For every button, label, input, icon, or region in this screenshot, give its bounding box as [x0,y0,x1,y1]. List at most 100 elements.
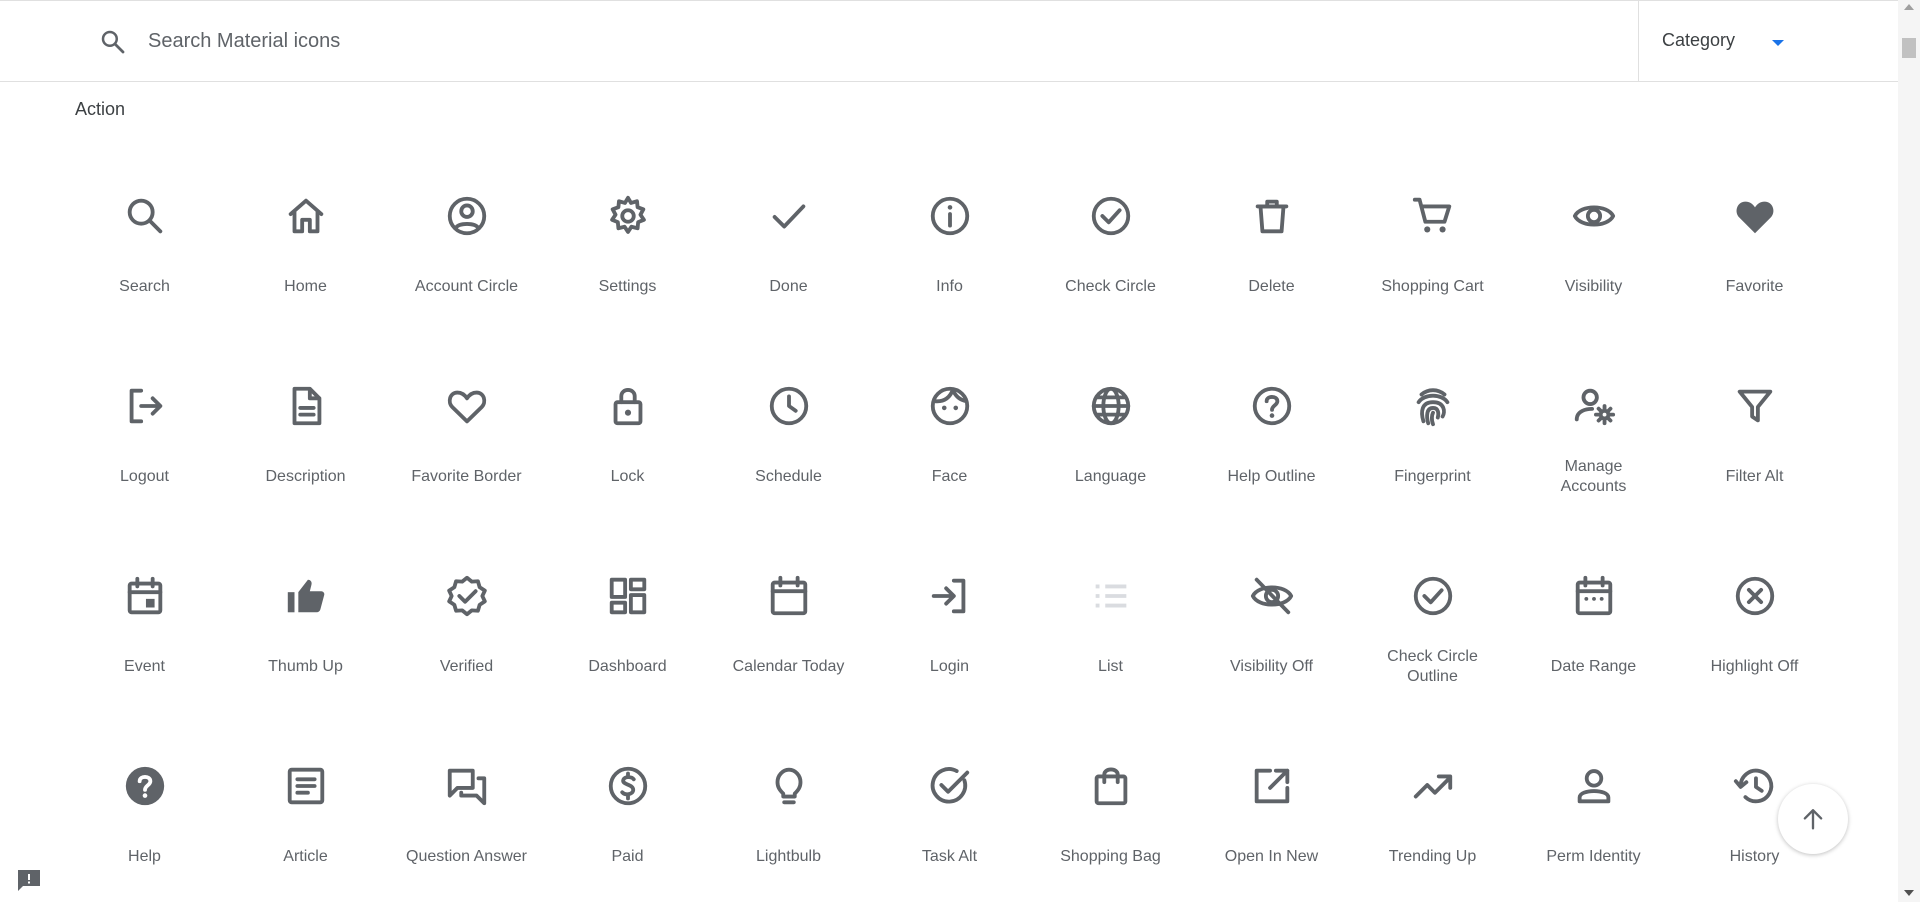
back-to-top-button[interactable] [1778,784,1848,854]
lightbulb-icon [766,763,812,809]
icon-tile-filter-alt[interactable]: Filter Alt [1674,325,1835,515]
search-input[interactable] [148,23,1548,59]
search-icon[interactable] [98,27,128,57]
trending-up-icon [1410,763,1456,809]
icon-label: Perm Identity [1546,848,1641,865]
icon-tile-question-answer[interactable]: Question Answer [386,705,547,895]
icon-tile-home[interactable]: Home [225,135,386,325]
icon-label: Check Circle [1065,278,1156,295]
question-answer-icon [444,763,490,809]
scroll-thumb[interactable] [1902,38,1916,58]
icon-tile-delete[interactable]: Delete [1191,135,1352,325]
feedback-button[interactable] [16,868,42,892]
icon-tile-manage-accounts[interactable]: Manage Accounts [1513,325,1674,515]
icon-tile-favorite-border[interactable]: Favorite Border [386,325,547,515]
icon-label: Schedule [755,468,822,485]
language-icon [1088,383,1134,429]
icon-label: Logout [120,468,169,485]
icon-tile-date-range[interactable]: Date Range [1513,515,1674,705]
icon-label: Visibility Off [1230,658,1313,675]
icon-label: Description [265,468,346,485]
icon-tile-help[interactable]: Help [64,705,225,895]
icon-tile-check-circle[interactable]: Check Circle [1030,135,1191,325]
icon-label: Verified [439,658,494,675]
icon-tile-visibility-off[interactable]: Visibility Off [1191,515,1352,705]
paid-icon [605,763,651,809]
icon-tile-fingerprint[interactable]: Fingerprint [1352,325,1513,515]
help-outline-icon [1249,383,1295,429]
icon-tile-paid[interactable]: Paid [547,705,708,895]
icon-label: Date Range [1550,658,1637,675]
icon-tile-lock[interactable]: Lock [547,325,708,515]
icon-label: Login [929,658,970,675]
lock-icon [605,383,651,429]
icon-tile-help-outline[interactable]: Help Outline [1191,325,1352,515]
icon-label: Dashboard [588,658,667,675]
icon-tile-logout[interactable]: Logout [64,325,225,515]
dashboard-icon [605,573,651,619]
category-dropdown[interactable]: Category [1639,1,1898,81]
icon-label: Visibility [1564,278,1623,295]
task-alt-icon [927,763,973,809]
icon-label: Calendar Today [732,658,845,675]
icon-tile-settings[interactable]: Settings [547,135,708,325]
icon-tile-verified[interactable]: Verified [386,515,547,705]
icon-label: Info [936,278,963,295]
icon-tile-check-circle-outline[interactable]: Check Circle Outline [1352,515,1513,705]
favorite-border-icon [444,383,490,429]
icon-tile-calendar-today[interactable]: Calendar Today [708,515,869,705]
filter-alt-icon [1732,383,1778,429]
icon-tile-description[interactable]: Description [225,325,386,515]
icon-tile-login[interactable]: Login [869,515,1030,705]
search-bar: Category [0,1,1898,82]
icon-tile-shopping-cart[interactable]: Shopping Cart [1352,135,1513,325]
article-icon [283,763,329,809]
icon-label: Open In New [1224,848,1319,865]
icon-tile-face[interactable]: Face [869,325,1030,515]
history-icon [1732,763,1778,809]
shopping-bag-icon [1088,763,1134,809]
icon-label: Home [284,278,327,295]
icon-tile-schedule[interactable]: Schedule [708,325,869,515]
scrollbar[interactable] [1898,0,1920,902]
section-title: Action [75,99,126,119]
icon-tile-task-alt[interactable]: Task Alt [869,705,1030,895]
icon-tile-article[interactable]: Article [225,705,386,895]
icon-label: Favorite [1725,278,1784,295]
icon-tile-done[interactable]: Done [708,135,869,325]
icon-tile-trending-up[interactable]: Trending Up [1352,705,1513,895]
description-icon [283,383,329,429]
info-icon [927,193,973,239]
icon-tile-favorite[interactable]: Favorite [1674,135,1835,325]
scroll-up-arrow[interactable] [1904,4,1914,10]
icon-tile-dashboard[interactable]: Dashboard [547,515,708,705]
icon-tile-lightbulb[interactable]: Lightbulb [708,705,869,895]
open-in-new-icon [1249,763,1295,809]
feedback-icon [18,870,40,891]
icon-label: List [1098,658,1123,675]
icon-tile-list[interactable]: List [1030,515,1191,705]
date-range-icon [1571,573,1617,619]
icon-tile-language[interactable]: Language [1030,325,1191,515]
event-icon [122,573,168,619]
icon-tile-event[interactable]: Event [64,515,225,705]
icon-tile-thumb-up[interactable]: Thumb Up [225,515,386,705]
icon-label: Favorite Border [411,468,522,485]
icon-label: Manage Accounts [1560,458,1627,495]
icon-tile-search[interactable]: Search [64,135,225,325]
icon-label: Delete [1248,278,1295,295]
icon-tile-open-in-new[interactable]: Open In New [1191,705,1352,895]
icon-tile-visibility[interactable]: Visibility [1513,135,1674,325]
icon-tile-perm-identity[interactable]: Perm Identity [1513,705,1674,895]
icon-tile-shopping-bag[interactable]: Shopping Bag [1030,705,1191,895]
scroll-down-arrow[interactable] [1904,890,1914,896]
icon-label: Search [119,278,170,295]
login-icon [927,573,973,619]
icon-label: Highlight Off [1710,658,1799,675]
favorite-icon [1732,193,1778,239]
icon-tile-highlight-off[interactable]: Highlight Off [1674,515,1835,705]
icon-tile-account-circle[interactable]: Account Circle [386,135,547,325]
verified-icon [444,573,490,619]
perm-identity-icon [1571,763,1617,809]
icon-tile-info[interactable]: Info [869,135,1030,325]
